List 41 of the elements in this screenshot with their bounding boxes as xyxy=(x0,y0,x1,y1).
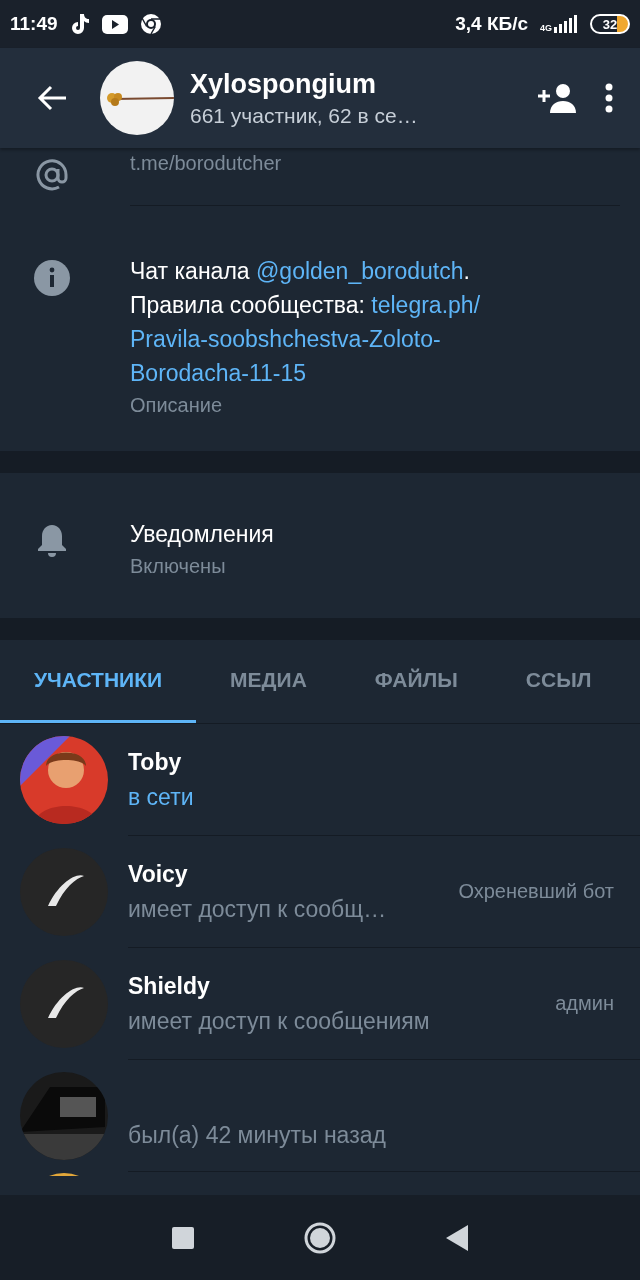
signal-icon xyxy=(554,15,578,33)
member-status: был(а) 42 минуты назад xyxy=(128,1122,387,1149)
tab[interactable]: МЕДИА xyxy=(196,640,341,723)
member-status: в сети xyxy=(128,783,195,811)
link[interactable]: Borodacha-11-15 xyxy=(130,360,307,386)
link[interactable]: @golden_borodutch xyxy=(256,258,464,284)
add-person-icon xyxy=(536,83,578,113)
member-name: Toby xyxy=(128,748,183,776)
chat-title: Xylospongium xyxy=(190,68,377,100)
field-caption: Описание xyxy=(130,394,224,417)
link[interactable]: telegra.ph/ xyxy=(371,292,481,318)
member-role: Охреневший бот xyxy=(458,880,614,903)
member-count: 661 участник, 62 в се… xyxy=(190,103,419,128)
tab[interactable]: ФАЙЛЫ xyxy=(340,640,492,723)
notifications-status: Включены xyxy=(130,555,227,578)
bell-icon xyxy=(36,523,68,557)
network-speed: 3,4 КБ/с xyxy=(455,13,528,35)
recents-button[interactable] xyxy=(172,1226,194,1249)
member-name: Shieldy xyxy=(128,972,211,1000)
member-role: админ xyxy=(555,992,614,1015)
clock: 11:49 xyxy=(10,13,58,35)
tiktok-icon xyxy=(69,13,90,35)
field-caption: t.me/borodutcher xyxy=(130,152,283,175)
battery-indicator: 32 xyxy=(590,14,630,34)
at-icon xyxy=(35,158,69,192)
menu-icon xyxy=(604,83,614,113)
member-name: Voicy xyxy=(128,860,189,888)
chrome-icon xyxy=(139,13,162,35)
info-icon xyxy=(34,260,70,296)
back-nav-button[interactable] xyxy=(446,1224,468,1251)
member-status: имеет доступ к сообщениям xyxy=(128,1007,431,1035)
link[interactable]: Pravila-soobshchestva-Zoloto- xyxy=(130,326,441,352)
tab[interactable]: УЧАСТНИКИ xyxy=(0,640,197,723)
description-text: Чат канала @golden_borodutch. Правила сообщества: telegra.ph/ Pravila-soobshchestva-Zoloto- Borodacha-11-15 xyxy=(130,257,482,388)
network-type: 4G xyxy=(540,23,552,33)
home-button[interactable] xyxy=(304,1221,336,1254)
youtube-icon xyxy=(101,14,128,34)
tab[interactable]: ССЫЛ xyxy=(491,640,626,723)
notifications-label[interactable]: Уведомления xyxy=(130,517,620,551)
member-status: имеет доступ к сообщ… xyxy=(128,895,388,923)
back-arrow-icon xyxy=(36,84,68,112)
